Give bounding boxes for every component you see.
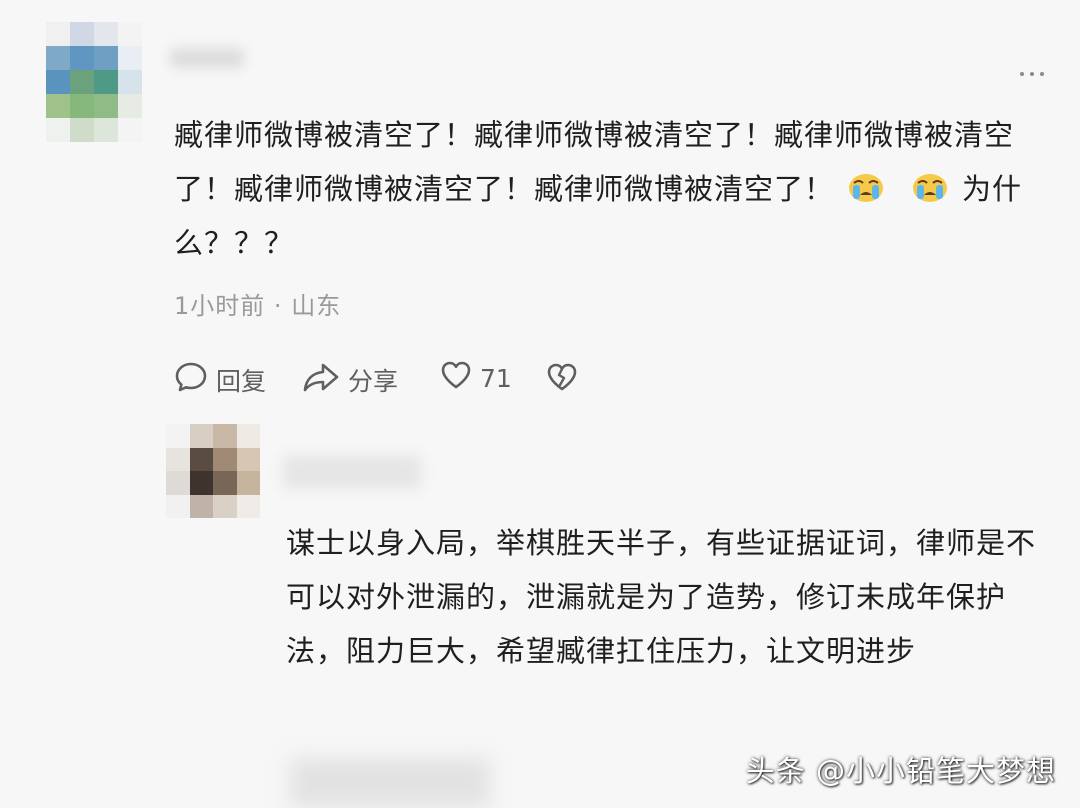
- like-button[interactable]: 71: [440, 360, 512, 396]
- watermark: 头条 @小小铅笔大梦想: [745, 754, 1056, 788]
- reply-label: 回复: [216, 367, 267, 396]
- more-options-icon[interactable]: [1012, 64, 1052, 84]
- share-arrow-icon: [302, 360, 340, 400]
- reply-username[interactable]: [282, 455, 422, 489]
- meta-separator: ·: [273, 292, 283, 320]
- comment-text: 臧律师微博被清空了！臧律师微博被清空了！臧律师微博被清空了！臧律师微博被清空了！…: [174, 108, 1044, 270]
- comment-location: 山东: [291, 292, 342, 320]
- comment-time: 1小时前: [174, 292, 266, 320]
- share-label: 分享: [348, 367, 399, 396]
- like-count: 71: [480, 363, 512, 393]
- broken-heart-icon: [546, 362, 578, 398]
- loudly-crying-face-icon: [912, 166, 948, 202]
- reply-text: 谋士以身入局，举棋胜天半子，有些证据证词，律师是不可以对外泄漏的，泄漏就是为了造…: [286, 526, 1037, 668]
- loudly-crying-face-icon: [848, 166, 884, 202]
- reply-button[interactable]: 回复: [174, 360, 266, 400]
- share-button[interactable]: 分享: [302, 360, 398, 400]
- comment-meta: 1小时前 · 山东: [174, 286, 341, 321]
- heart-icon: [440, 360, 472, 396]
- blurred-content: [290, 758, 490, 808]
- reply-avatar[interactable]: [166, 424, 260, 518]
- username[interactable]: [170, 48, 244, 68]
- dislike-button[interactable]: [546, 362, 578, 398]
- comment-text-part1: 臧律师微博被清空了！臧律师微博被清空了！臧律师微博被清空了！臧律师微博被清空了！…: [174, 118, 1015, 206]
- avatar[interactable]: [46, 22, 142, 142]
- comment-bubble-icon: [174, 360, 208, 400]
